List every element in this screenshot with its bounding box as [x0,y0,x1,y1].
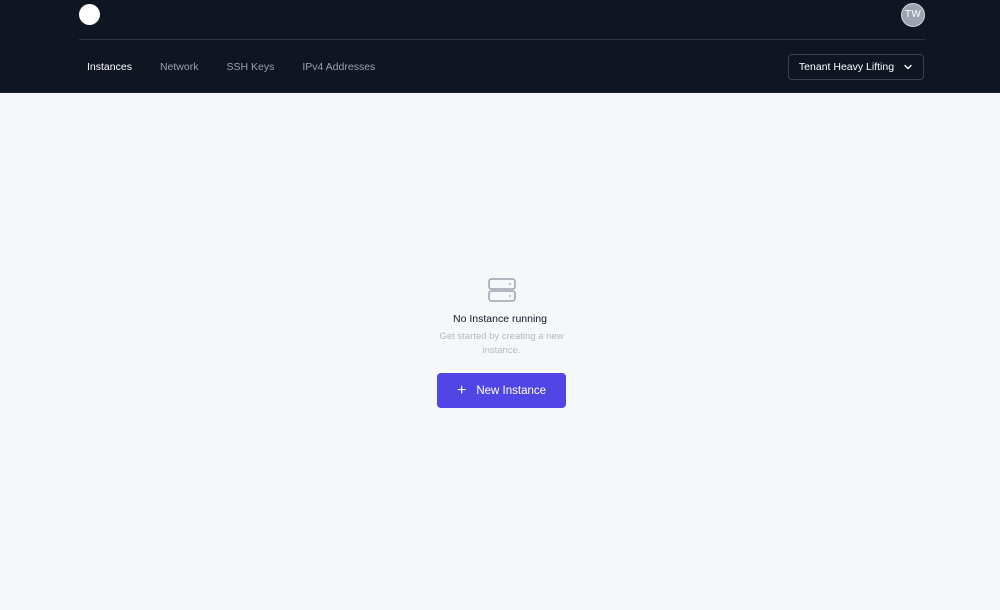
chevron-down-icon [904,64,912,70]
tenant-selector[interactable]: Tenant Heavy Lifting [788,54,924,80]
empty-state-subtitle: Get started by creating a new instance. [439,331,564,356]
new-instance-button[interactable]: + New Instance [437,373,566,408]
new-instance-button-label: New Instance [476,384,547,397]
logo-icon[interactable] [79,4,100,25]
nav-item-ipv4-addresses[interactable]: IPv4 Addresses [294,55,383,79]
tenant-selector-label: Tenant Heavy Lifting [798,61,895,73]
plus-icon: + [456,381,467,399]
nav-item-network[interactable]: Network [152,55,207,79]
user-avatar[interactable]: TW [901,3,925,27]
nav-item-ssh-keys[interactable]: SSH Keys [218,55,282,79]
empty-state-title: No Instance running [453,313,547,325]
server-icon [488,278,516,302]
header-divider [79,39,925,40]
main-nav: Instances Network SSH Keys IPv4 Addresse… [79,53,395,81]
top-navigation-bar: TW Instances Network SSH Keys IPv4 Addre… [0,0,1000,93]
nav-item-instances[interactable]: Instances [79,55,140,79]
